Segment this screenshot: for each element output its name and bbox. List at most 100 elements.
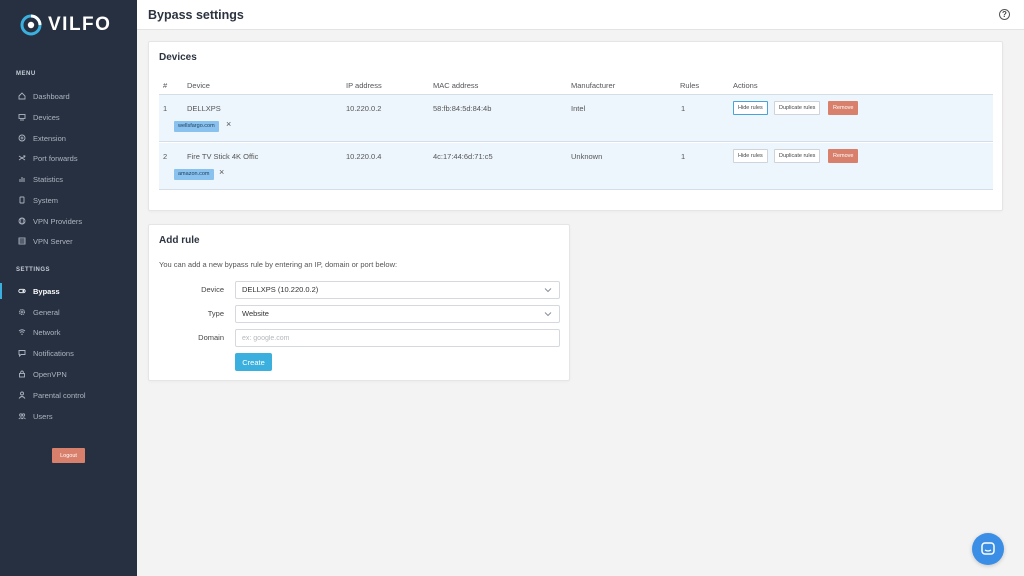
menu-section-title: MENU bbox=[16, 71, 36, 77]
sidebar-item-label: Users bbox=[33, 411, 53, 421]
brand[interactable]: VILFO bbox=[20, 14, 111, 36]
remove-tag-icon[interactable]: × bbox=[219, 167, 224, 177]
sidebar-item-port-forwards[interactable]: Port forwards bbox=[0, 148, 137, 168]
sidebar-item-label: Dashboard bbox=[33, 91, 70, 101]
column-header-ip: IP address bbox=[346, 81, 382, 90]
general-icon bbox=[18, 308, 26, 316]
notifications-icon bbox=[18, 349, 26, 357]
device-name: DELLXPS bbox=[187, 104, 221, 113]
mac-address: 4c:17:44:6d:71:c5 bbox=[433, 152, 493, 161]
extension-icon bbox=[18, 134, 26, 142]
logout-button[interactable]: Logout bbox=[52, 448, 85, 463]
table-row: 1 DELLXPS 10.220.0.2 58:fb:84:5d:84:4b I… bbox=[159, 95, 993, 142]
sidebar-item-system[interactable]: System bbox=[0, 190, 137, 210]
devices-title: Devices bbox=[159, 52, 197, 63]
mac-address: 58:fb:84:5d:84:4b bbox=[433, 104, 492, 113]
row-number: 1 bbox=[163, 104, 168, 113]
system-icon bbox=[18, 196, 26, 204]
sidebar-item-openvpn[interactable]: OpenVPN bbox=[0, 364, 137, 384]
domain-input[interactable] bbox=[235, 329, 560, 347]
sidebar-item-label: VPN Providers bbox=[33, 216, 83, 226]
remove-button[interactable]: Remove bbox=[828, 149, 859, 163]
port-forwards-icon bbox=[18, 154, 26, 162]
duplicate-rules-button[interactable]: Duplicate rules bbox=[774, 149, 821, 163]
devices-icon bbox=[18, 113, 26, 121]
ip-address: 10.220.0.4 bbox=[346, 152, 382, 161]
type-select[interactable]: Website bbox=[235, 305, 560, 323]
rule-tag[interactable]: amazon.com bbox=[174, 169, 214, 180]
sidebar-item-label: Parental control bbox=[33, 390, 86, 400]
create-button[interactable]: Create bbox=[235, 353, 272, 371]
help-icon[interactable]: ? bbox=[999, 9, 1010, 20]
chat-icon bbox=[981, 542, 995, 555]
column-header-mac: MAC address bbox=[433, 81, 479, 90]
sidebar-item-devices[interactable]: Devices bbox=[0, 107, 137, 127]
add-rule-title: Add rule bbox=[159, 235, 200, 246]
sidebar-item-statistics[interactable]: Statistics bbox=[0, 169, 137, 189]
hide-rules-button[interactable]: Hide rules bbox=[733, 101, 768, 115]
parental-control-icon bbox=[18, 391, 26, 399]
manufacturer: Unknown bbox=[571, 152, 603, 161]
chat-button[interactable] bbox=[972, 533, 1004, 565]
dashboard-icon bbox=[18, 92, 26, 100]
settings-section-title: SETTINGS bbox=[16, 267, 51, 273]
statistics-icon bbox=[18, 175, 26, 183]
column-header-device: Device bbox=[187, 81, 210, 90]
rule-tag[interactable]: wellsfargo.com bbox=[174, 121, 219, 132]
manufacturer: Intel bbox=[571, 104, 586, 113]
rules-count: 1 bbox=[681, 152, 686, 161]
users-icon bbox=[18, 412, 26, 420]
duplicate-rules-button[interactable]: Duplicate rules bbox=[774, 101, 821, 115]
remove-button[interactable]: Remove bbox=[828, 101, 859, 115]
sidebar-item-parental-control[interactable]: Parental control bbox=[0, 385, 137, 405]
vpn-server-icon bbox=[18, 237, 26, 245]
column-header-actions: Actions bbox=[733, 81, 758, 90]
bypass-icon bbox=[18, 287, 26, 295]
column-header-number: # bbox=[163, 81, 168, 90]
chevron-down-icon bbox=[544, 288, 552, 293]
sidebar-item-label: Port forwards bbox=[33, 153, 78, 163]
sidebar-item-label: Notifications bbox=[33, 348, 74, 358]
table-row: 2 Fire TV Stick 4K Offic 10.220.0.4 4c:1… bbox=[159, 143, 993, 190]
vilfo-logo-icon bbox=[20, 14, 42, 36]
sidebar-item-label: Extension bbox=[33, 133, 66, 143]
sidebar-item-label: VPN Server bbox=[33, 236, 73, 246]
network-icon bbox=[18, 328, 26, 336]
add-rule-card: Add rule You can add a new bypass rule b… bbox=[148, 224, 570, 381]
sidebar-item-vpn-providers[interactable]: VPN Providers bbox=[0, 211, 137, 231]
devices-card: Devices # Device IP address MAC address … bbox=[148, 41, 1003, 211]
hide-rules-button[interactable]: Hide rules bbox=[733, 149, 768, 163]
sidebar-item-users[interactable]: Users bbox=[0, 406, 137, 426]
sidebar-item-label: System bbox=[33, 195, 59, 205]
ip-address: 10.220.0.2 bbox=[346, 104, 382, 113]
domain-label: Domain bbox=[198, 333, 224, 342]
type-select-value: Website bbox=[242, 309, 269, 318]
brand-name: VILFO bbox=[48, 14, 112, 35]
type-label: Type bbox=[207, 309, 224, 318]
sidebar-item-label: General bbox=[33, 307, 60, 317]
sidebar-item-dashboard[interactable]: Dashboard bbox=[0, 86, 137, 106]
topbar: Bypass settings ? bbox=[137, 0, 1024, 30]
rules-count: 1 bbox=[681, 104, 686, 113]
page-title: Bypass settings bbox=[148, 8, 244, 22]
sidebar-item-bypass[interactable]: Bypass bbox=[0, 281, 137, 301]
openvpn-icon bbox=[18, 370, 26, 378]
sidebar-item-label: OpenVPN bbox=[33, 369, 67, 379]
sidebar-item-label: Statistics bbox=[33, 174, 64, 184]
remove-tag-icon[interactable]: × bbox=[226, 119, 231, 129]
sidebar-item-vpn-server[interactable]: VPN Server bbox=[0, 231, 137, 251]
column-header-manufacturer: Manufacturer bbox=[571, 81, 616, 90]
device-select[interactable]: DELLXPS (10.220.0.2) bbox=[235, 281, 560, 299]
sidebar: VILFO MENU Dashboard Devices Extension P… bbox=[0, 0, 137, 576]
sidebar-item-general[interactable]: General bbox=[0, 302, 137, 322]
add-rule-description: You can add a new bypass rule by enterin… bbox=[159, 260, 398, 269]
sidebar-item-notifications[interactable]: Notifications bbox=[0, 343, 137, 363]
device-label: Device bbox=[201, 285, 224, 294]
chevron-down-icon bbox=[544, 312, 552, 317]
sidebar-item-extension[interactable]: Extension bbox=[0, 128, 137, 148]
sidebar-item-network[interactable]: Network bbox=[0, 322, 137, 342]
device-select-value: DELLXPS (10.220.0.2) bbox=[242, 285, 319, 294]
column-header-rules: Rules bbox=[680, 81, 700, 90]
sidebar-item-label: Bypass bbox=[33, 286, 60, 296]
row-number: 2 bbox=[163, 152, 168, 161]
